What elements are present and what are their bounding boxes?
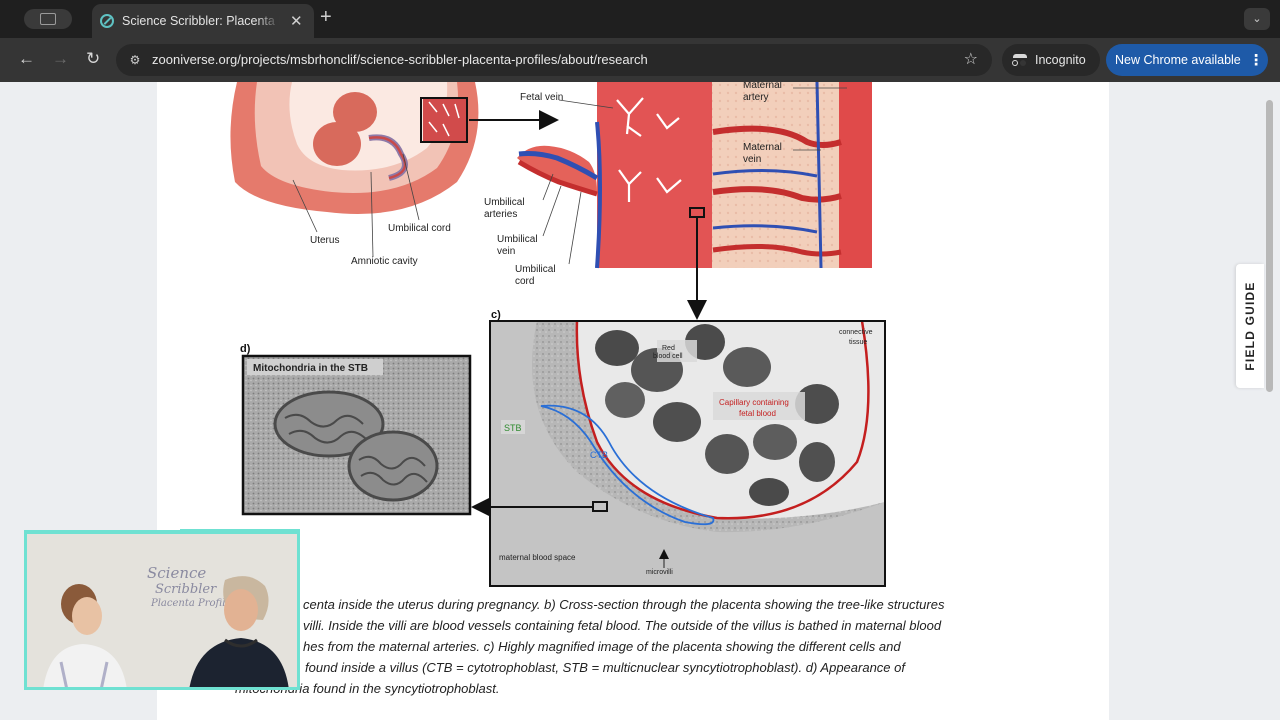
- label-amniotic-cavity: Amniotic cavity: [351, 256, 418, 267]
- webcam-overlay: Science Scribbler Placenta Profiles: [24, 530, 300, 690]
- bookmark-star-icon[interactable]: ☆: [964, 49, 978, 69]
- label-connective-2: tissue: [849, 339, 867, 346]
- tab-groups-icon: [40, 13, 56, 25]
- label-umbilical-cord-2: cord: [515, 276, 534, 287]
- figure-caption: centa inside the uterus during pregnancy…: [235, 594, 1035, 699]
- label-stb: STB: [504, 423, 522, 433]
- close-tab-icon[interactable]: ✕: [290, 12, 303, 30]
- label-umbilical-vein-1: Umbilical: [497, 234, 538, 245]
- page-scrollbar-thumb[interactable]: [1266, 100, 1273, 392]
- label-red-blood-cell-2: blood cell: [653, 353, 683, 360]
- forward-arrow-icon[interactable]: →: [52, 48, 69, 70]
- mitochondria-title: Mitochondria in the STB: [253, 363, 368, 374]
- label-umbilical-cord-1: Umbilical: [515, 264, 556, 275]
- caption-line-3: hes from the maternal arteries. c) Highl…: [303, 639, 901, 654]
- tab-title: Science Scribbler: Placenta P: [122, 14, 280, 28]
- villus-micrograph: c) Red blood cell connective tissue Capi…: [471, 309, 886, 587]
- address-bar[interactable]: ⚙ zooniverse.org/projects/msbrhonclif/sc…: [116, 44, 992, 76]
- browser-toolbar: ← → ↻ ⚙ zooniverse.org/projects/msbrhonc…: [0, 38, 1280, 82]
- incognito-indicator[interactable]: Incognito: [1002, 44, 1100, 76]
- panel-d-label: d): [240, 343, 251, 355]
- caption-line-5: mitochondria found in the syncytiotropho…: [235, 681, 500, 696]
- label-umbilical-arteries-1: Umbilical: [484, 197, 525, 208]
- incognito-icon: [1012, 54, 1028, 66]
- label-umbilical-arteries-2: arteries: [484, 209, 517, 220]
- label-maternal-vein-1: Maternal: [743, 142, 782, 153]
- menu-kebab-icon[interactable]: ⋮: [1249, 51, 1264, 69]
- label-capillary-1: Capillary containing: [719, 398, 789, 407]
- back-arrow-icon[interactable]: ←: [18, 48, 35, 70]
- label-umbilical-vein-2: vein: [497, 246, 515, 257]
- tab-search-button[interactable]: ⌄: [1244, 8, 1270, 30]
- tab-strip: Science Scribbler: Placenta P ✕ + ⌄: [0, 0, 1280, 38]
- reload-icon[interactable]: ↻: [86, 48, 100, 70]
- panel-c-label: c): [491, 309, 501, 321]
- label-capillary-2: fetal blood: [739, 409, 776, 418]
- site-info-icon[interactable]: ⚙: [126, 51, 144, 69]
- zooniverse-favicon-icon: [100, 14, 114, 28]
- label-maternal-blood-space: maternal blood space: [499, 553, 576, 562]
- label-microvilli: microvilli: [646, 569, 673, 576]
- field-guide-tab[interactable]: FIELD GUIDE: [1236, 264, 1264, 388]
- incognito-label: Incognito: [1035, 53, 1086, 67]
- mitochondria-micrograph: d) Mitochondria in the STB: [240, 343, 472, 516]
- label-maternal-artery-1: Maternal: [743, 82, 782, 91]
- field-guide-label: FIELD GUIDE: [1243, 281, 1257, 371]
- active-tab[interactable]: Science Scribbler: Placenta P ✕: [92, 4, 314, 38]
- label-red-blood-cell-1: Red: [662, 345, 675, 352]
- tab-groups-button[interactable]: [24, 9, 72, 29]
- label-connective-1: connective: [839, 329, 873, 336]
- label-maternal-vein-2: vein: [743, 154, 761, 165]
- update-label: New Chrome available: [1115, 53, 1241, 67]
- placenta-figure: Uterus Umbilical cord Amniotic cavity Fe…: [230, 82, 886, 587]
- label-ctb: CTB: [590, 450, 608, 460]
- caption-line-4: found inside a villus (CTB = cytotrophob…: [305, 660, 905, 675]
- label-umbilical-cord: Umbilical cord: [388, 223, 451, 234]
- label-fetal-vein: Fetal vein: [520, 92, 563, 103]
- presenters-video: [43, 576, 289, 687]
- placenta-cross-section: Fetal vein Maternal artery Maternal vein…: [484, 82, 872, 320]
- caption-line-1: centa inside the uterus during pregnancy…: [303, 597, 945, 612]
- label-uterus: Uterus: [310, 235, 339, 246]
- new-tab-button[interactable]: +: [320, 6, 332, 29]
- url-text[interactable]: zooniverse.org/projects/msbrhonclif/scie…: [152, 52, 648, 67]
- label-maternal-artery-2: artery: [743, 92, 769, 103]
- caption-line-2: villi. Inside the villi are blood vessel…: [303, 618, 942, 633]
- chrome-update-button[interactable]: New Chrome available ⋮: [1106, 44, 1268, 76]
